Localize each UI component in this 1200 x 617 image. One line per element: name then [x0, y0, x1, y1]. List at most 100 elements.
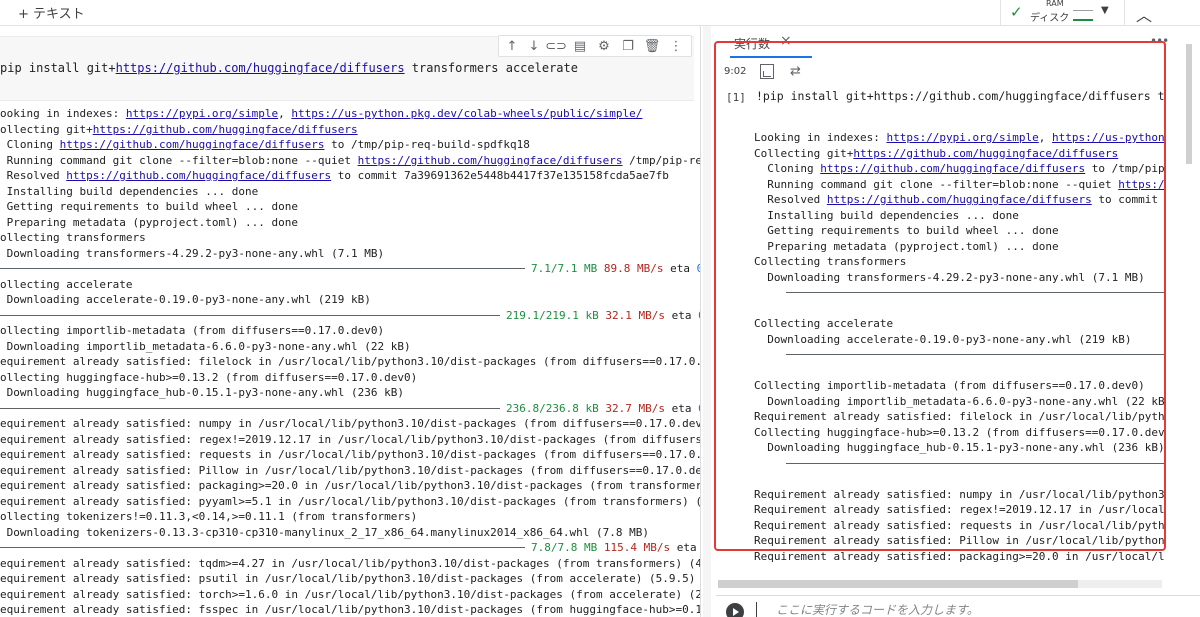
link-icon[interactable]: ⊂⊃: [545, 37, 567, 57]
output-text: equirement already satisfied: requests i…: [0, 448, 700, 461]
output-link[interactable]: https://us-python.pkg.dev/colab-wheels/p…: [291, 107, 642, 120]
output-text: Downloading transformers-4.29.2-py3-none…: [0, 246, 385, 260]
progress-row: 7.8/7.8 MB 115.4 MB/s eta 0: [0, 540, 700, 556]
output-text: ollecting huggingface-hub>=0.13.2 (from …: [0, 370, 418, 384]
output-link[interactable]: https://github.com/huggingface/diffusers: [60, 138, 325, 151]
output-link[interactable]: https://pypi.org/simple: [886, 131, 1038, 144]
move-up-icon[interactable]: ↑: [501, 37, 523, 57]
output-line: Getting requirements to build wheel ... …: [754, 223, 1164, 239]
output-link[interactable]: https://gi: [1118, 178, 1164, 191]
output-link[interactable]: https://pypi.org/simple: [126, 107, 278, 120]
scrollbar-track[interactable]: [703, 26, 711, 617]
output-text: Collecting accelerate: [754, 317, 894, 330]
output-line: Downloading huggingface_hub-0.15.1-py3-n…: [754, 440, 1164, 456]
progress-stats: 219.1/219.1 kB 32.1 MB/s eta 0:: [506, 308, 700, 324]
output-text: Downloading accelerate-0.19.0-py3-none-a…: [754, 332, 1132, 346]
horizontal-scrollbar[interactable]: [718, 580, 1162, 588]
output-line: Requirement already satisfied: packaging…: [754, 549, 1164, 565]
execution-count: [1]: [726, 91, 746, 104]
output-link[interactable]: https://us-python.pk: [1052, 131, 1164, 144]
output-link[interactable]: https://github.com/huggingface/diffusers: [93, 123, 358, 136]
comment-icon[interactable]: ▤: [569, 37, 591, 57]
download-size: 7.8/7.8 MB: [531, 541, 598, 554]
output-text: to /tmp/pip-req-build-spdfkq18: [324, 138, 530, 151]
diffusers-link[interactable]: https://github.com/huggingface/diffusers: [116, 61, 405, 75]
ram-label: RAM: [1046, 0, 1064, 8]
output-text: to commit 7a3: [1098, 193, 1158, 206]
output-text: Downloading importlib_metadata-6.6.0-py3…: [754, 394, 1164, 408]
output-text: equirement already satisfied: filelock i…: [0, 355, 700, 368]
image-output-icon[interactable]: [760, 64, 774, 79]
output-line: equirement already satisfied: numpy in /…: [0, 416, 700, 432]
cell-toolbar: ↑ ↓ ⊂⊃ ▤ ⚙ ❐ 🗑 ⋮: [498, 35, 692, 57]
output-text: Requirement already satisfied: Pillow in…: [754, 534, 1164, 547]
output-text: Downloading transformers-4.29.2-py3-none…: [754, 270, 1145, 284]
chevron-up-icon[interactable]: ︿: [1136, 2, 1152, 26]
resource-monitor[interactable]: ✓ RAM ディスク: [1008, 0, 1098, 26]
output-text: Requirement already satisfied: numpy in …: [754, 487, 1164, 501]
output-line: equirement already satisfied: fsspec in …: [0, 602, 700, 617]
eta-label: eta: [664, 308, 699, 322]
gear-icon[interactable]: ⚙: [593, 37, 615, 57]
output-text: Downloading accelerate-0.19.0-py3-none-a…: [0, 293, 371, 306]
toolbar-divider: [1000, 0, 1001, 26]
output-link[interactable]: https://github.com/huggingface/diffusers: [853, 147, 1118, 160]
progress-bar: [0, 547, 525, 548]
output-line: equirement already satisfied: tqdm>=4.27…: [0, 556, 700, 572]
output-text: Preparing metadata (pyproject.toml) ... …: [754, 239, 1059, 253]
code-input[interactable]: [776, 600, 1176, 617]
pane-divider[interactable]: [700, 26, 701, 617]
tab-execution-count[interactable]: 実行数: [734, 35, 770, 52]
execution-output: Looking in indexes: https://pypi.org/sim…: [754, 130, 1164, 565]
output-line: Requirement already satisfied: Pillow in…: [754, 533, 1164, 549]
delete-icon[interactable]: 🗑: [641, 37, 663, 57]
output-text: Running command git clone --filter=blob:…: [0, 153, 358, 167]
mirror-cell-icon[interactable]: ❐: [617, 37, 639, 57]
output-text: ollecting transformers: [0, 231, 146, 244]
vertical-scrollbar[interactable]: [1186, 44, 1192, 164]
output-text: to commit 7a39691362e5448b4417f37e135158…: [331, 169, 669, 182]
cell-code-prefix: pip install git+: [0, 61, 116, 75]
output-line: Downloading huggingface_hub-0.15.1-py3-n…: [0, 385, 700, 401]
progress-row: [754, 347, 1164, 363]
output-link[interactable]: https://github.com/huggingface/diffusers: [820, 162, 1085, 175]
output-text: Requirement already satisfied: filelock …: [754, 410, 1164, 423]
output-link[interactable]: https://github.com/huggingface/diffusers: [66, 169, 331, 182]
output-link[interactable]: https://github.com/huggingface/diffusers: [358, 154, 623, 167]
output-line: equirement already satisfied: packaging>…: [0, 478, 700, 494]
output-line: Collecting transformers: [754, 254, 1164, 270]
download-size: 236.8/236.8 kB: [506, 401, 599, 415]
progress-row: [754, 285, 1164, 301]
output-text: ,: [278, 107, 292, 120]
progress-row: 219.1/219.1 kB 32.1 MB/s eta 0:: [0, 308, 700, 324]
chevron-down-icon[interactable]: ▼: [1101, 5, 1109, 16]
disk-label: ディスク: [1030, 13, 1070, 24]
more-horiz-icon[interactable]: •••: [1150, 34, 1169, 48]
output-line: Installing build dependencies ... done: [0, 184, 700, 200]
scrollbar-thumb[interactable]: [718, 580, 1078, 588]
output-text: equirement already satisfied: torch>=1.6…: [0, 587, 700, 601]
output-text: ollecting importlib-metadata (from diffu…: [0, 324, 385, 337]
execute-input-row: [716, 595, 1200, 617]
close-icon[interactable]: ×: [780, 33, 792, 49]
cell-code[interactable]: pip install git+https://github.com/huggi…: [0, 61, 578, 77]
run-button[interactable]: [726, 603, 744, 617]
input-caret: [756, 602, 757, 617]
output-line: ollecting transformers: [0, 230, 700, 246]
output-link[interactable]: https://github.com/huggingface/diffusers: [827, 193, 1092, 206]
progress-stats: 236.8/236.8 kB 32.7 MB/s eta 0:: [506, 401, 700, 417]
compare-arrows-icon[interactable]: ⇄: [790, 64, 801, 79]
output-text: Resolved: [0, 169, 67, 182]
output-line: Requirement already satisfied: numpy in …: [754, 487, 1164, 503]
more-vert-icon[interactable]: ⋮: [665, 37, 687, 57]
execution-history-tabbar: 実行数 ×: [716, 30, 1200, 60]
output-line: Collecting git+https://github.com/huggin…: [754, 146, 1164, 162]
output-text: /tmp/pip-req-buil: [629, 153, 700, 167]
output-line: Requirement already satisfied: regex!=20…: [754, 502, 1164, 518]
output-line: Downloading tokenizers-0.13.3-cp310-cp31…: [0, 525, 700, 541]
output-line: equirement already satisfied: regex!=201…: [0, 432, 700, 448]
move-down-icon[interactable]: ↓: [523, 37, 545, 57]
add-text-cell-button[interactable]: + テキスト: [18, 3, 85, 22]
output-line: ollecting huggingface-hub>=0.13.2 (from …: [0, 370, 700, 386]
